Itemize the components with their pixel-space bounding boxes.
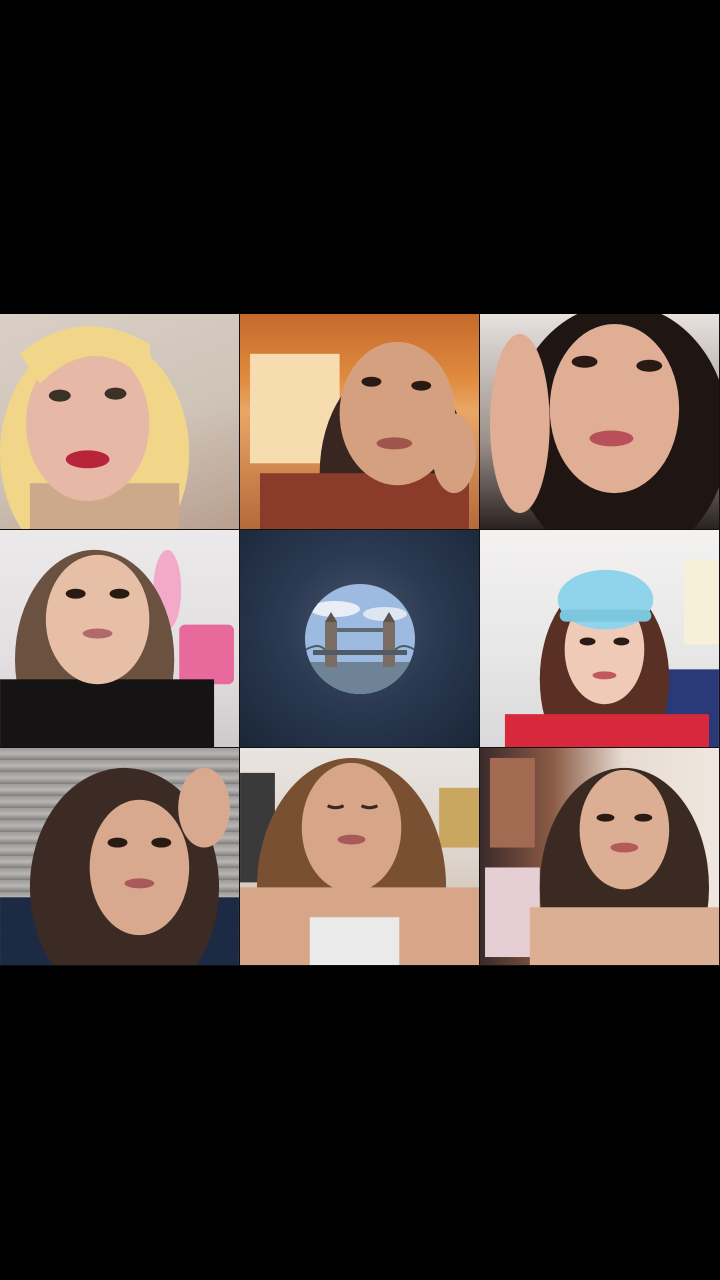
participant-tile-5[interactable]: [240, 530, 480, 748]
participant-tile-2[interactable]: [240, 314, 480, 530]
participant-tile-6[interactable]: [480, 530, 720, 748]
participant-video: [485, 757, 719, 965]
participant-video: [490, 314, 719, 529]
participant-video: [0, 549, 234, 747]
participant-video: [0, 767, 239, 965]
tower-bridge-avatar-icon: [304, 583, 415, 694]
participant-tile-3[interactable]: [480, 314, 720, 530]
participant-tile-4[interactable]: [0, 530, 240, 748]
participant-avatar: [304, 583, 415, 694]
participant-video: [504, 559, 719, 747]
participant-video: [0, 326, 190, 529]
video-call-screen: [0, 0, 720, 1280]
participant-tile-1[interactable]: [0, 314, 240, 530]
participant-tile-9[interactable]: [480, 748, 720, 966]
participant-video: [240, 757, 479, 965]
participant-video: [250, 341, 476, 529]
participant-tile-8[interactable]: [240, 748, 480, 966]
participant-grid: [0, 314, 720, 966]
participant-tile-7[interactable]: [0, 748, 240, 966]
